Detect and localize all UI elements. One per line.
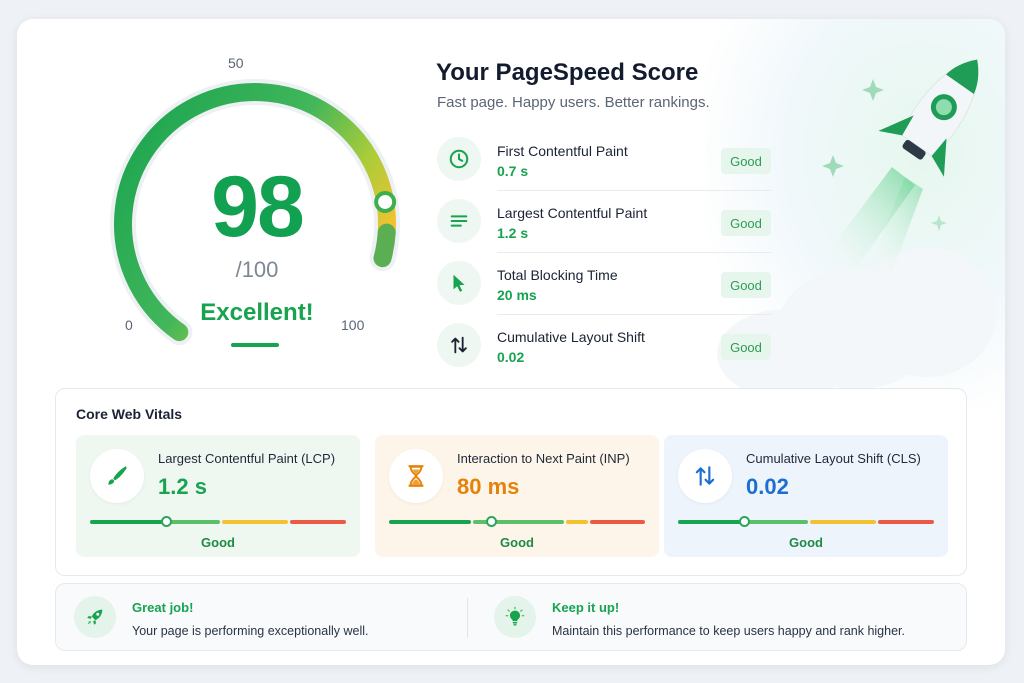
vital-marker <box>739 516 751 527</box>
core-web-vitals-panel: Core Web Vitals Largest Contentful Paint… <box>55 388 967 576</box>
metric-value: 1.2 s <box>497 225 529 241</box>
metric-row-cls: Cumulative Layout Shift 0.02 Good <box>437 315 771 377</box>
pagespeed-card: 50 0 100 98 /100 Excellent! Your PageSpe… <box>17 19 1005 665</box>
sparkle-icon <box>931 215 947 231</box>
score-rating: Excellent! <box>200 299 314 326</box>
vital-name: Cumulative Layout Shift (CLS) <box>746 451 921 466</box>
page-subtitle: Fast page. Happy users. Better rankings. <box>437 94 710 111</box>
status-badge: Good <box>721 210 771 236</box>
vital-marker <box>485 516 497 527</box>
sparkle-icon <box>862 79 884 101</box>
vital-status: Good <box>789 535 823 550</box>
vital-card-lcp: Largest Contentful Paint (LCP) 1.2 s Goo… <box>76 435 360 557</box>
vital-name: Interaction to Next Paint (INP) <box>457 451 630 466</box>
tip-title: Keep it up! <box>552 600 620 615</box>
brush-icon <box>90 449 144 503</box>
metric-row-lcp: Largest Contentful Paint 1.2 s Good <box>437 191 771 253</box>
vital-value: 80 ms <box>457 474 520 499</box>
metric-row-fcp: First Contentful Paint 0.7 s Good <box>437 129 771 191</box>
score-value: 98 <box>211 159 305 255</box>
rocket-illustration <box>817 59 979 272</box>
score-max: /100 <box>235 257 279 282</box>
tip-text: Your page is performing exceptionally we… <box>132 624 369 638</box>
gauge-tick-50: 50 <box>228 55 244 71</box>
vital-value: 1.2 s <box>158 474 207 499</box>
status-badge: Good <box>721 148 771 174</box>
vital-range-bar <box>90 520 346 524</box>
lines-icon <box>437 199 481 243</box>
sparkle-icon <box>822 155 844 177</box>
metric-name: First Contentful Paint <box>497 143 628 159</box>
lightbulb-icon <box>494 596 536 638</box>
section-title: Core Web Vitals <box>76 406 183 422</box>
rocket-icon <box>74 596 116 638</box>
arrows-updown-icon <box>678 449 732 503</box>
tips-footer: Great job! Your page is performing excep… <box>55 583 967 651</box>
vital-range-bar <box>678 520 934 524</box>
metric-row-tbt: Total Blocking Time 20 ms Good <box>437 253 771 315</box>
tip-keep-it-up: Keep it up! Maintain this performance to… <box>476 584 966 650</box>
vital-range-bar <box>389 520 645 524</box>
vital-status: Good <box>500 535 534 550</box>
divider <box>467 598 468 638</box>
metric-value: 0.7 s <box>497 163 529 179</box>
vital-name: Largest Contentful Paint (LCP) <box>158 451 336 466</box>
tip-text: Maintain this performance to keep users … <box>552 624 905 638</box>
metric-value: 0.02 <box>497 349 525 365</box>
arrows-updown-icon <box>437 323 481 367</box>
vital-marker <box>161 516 173 527</box>
vital-card-inp: Interaction to Next Paint (INP) 80 ms Go… <box>375 435 659 557</box>
metric-value: 20 ms <box>497 287 537 303</box>
clock-icon <box>437 137 481 181</box>
metric-name: Cumulative Layout Shift <box>497 329 645 345</box>
tip-great-job: Great job! Your page is performing excep… <box>56 584 466 650</box>
hourglass-icon <box>389 449 443 503</box>
vital-status: Good <box>201 535 235 550</box>
vital-value: 0.02 <box>746 474 789 499</box>
tip-title: Great job! <box>132 600 194 615</box>
page-title: Your PageSpeed Score <box>436 59 699 86</box>
metric-name: Largest Contentful Paint <box>497 205 648 221</box>
status-badge: Good <box>721 334 771 360</box>
rating-underline <box>231 343 279 347</box>
score-gauge: 50 0 100 98 /100 Excellent! <box>77 49 437 369</box>
status-badge: Good <box>721 272 771 298</box>
cursor-icon <box>437 261 481 305</box>
vital-card-cls: Cumulative Layout Shift (CLS) 0.02 Good <box>664 435 948 557</box>
metric-name: Total Blocking Time <box>497 267 618 283</box>
